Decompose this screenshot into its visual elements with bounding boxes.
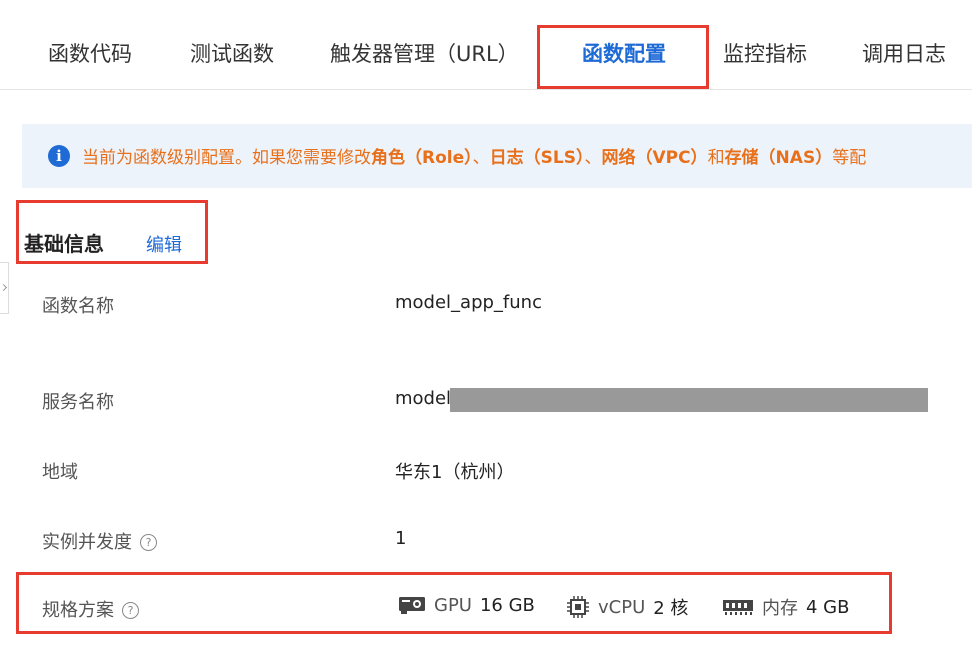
tab-test-function[interactable]: 测试函数 <box>190 38 274 68</box>
tab-trigger-management[interactable]: 触发器管理（URL） <box>330 38 519 68</box>
info-icon: i <box>48 145 70 167</box>
section-title-basic-info: 基础信息 <box>24 232 104 256</box>
label-spec: 规格方案? <box>42 596 139 622</box>
gpu-value: 16 GB <box>479 594 535 616</box>
active-tab-indicator <box>556 86 696 89</box>
memory-value: 4 GB <box>806 596 850 618</box>
tab-bar: 函数代码 测试函数 触发器管理（URL） 函数配置 监控指标 调用日志 <box>0 0 972 90</box>
vcpu-label: vCPU <box>598 596 646 618</box>
spec-memory: 内存 4 GB <box>722 594 849 620</box>
value-function-name: model_app_func <box>395 292 542 313</box>
tab-function-code[interactable]: 函数代码 <box>48 38 132 68</box>
spec-vcpu: vCPU 2 核 <box>566 594 688 620</box>
cpu-icon <box>566 595 590 619</box>
value-region: 华东1（杭州） <box>395 462 515 483</box>
spec-gpu: GPU 16 GB <box>398 594 535 616</box>
notice-text: 当前为函数级别配置。如果您需要修改角色（Role）、日志（SLS）、网络（VPC… <box>82 148 867 168</box>
tab-invocation-logs[interactable]: 调用日志 <box>862 38 946 68</box>
help-icon[interactable]: ? <box>140 534 157 551</box>
value-concurrency: 1 <box>395 528 407 549</box>
vcpu-value: 2 核 <box>653 598 689 619</box>
tab-function-config[interactable]: 函数配置 <box>582 38 666 68</box>
tab-divider <box>0 89 972 90</box>
label-region: 地域 <box>42 462 78 483</box>
memory-icon <box>722 597 754 617</box>
side-collapse-handle[interactable] <box>0 262 9 314</box>
memory-label: 内存 <box>762 598 798 619</box>
tab-monitoring-metrics[interactable]: 监控指标 <box>723 38 807 68</box>
redacted-block <box>450 388 928 412</box>
label-concurrency: 实例并发度? <box>42 528 157 554</box>
label-function-name: 函数名称 <box>42 296 114 317</box>
edit-link[interactable]: 编辑 <box>146 231 182 257</box>
gpu-label: GPU <box>434 594 472 616</box>
value-service-name: model <box>395 388 452 409</box>
gpu-icon <box>398 594 426 616</box>
notice-banner: i 当前为函数级别配置。如果您需要修改角色（Role）、日志（SLS）、网络（V… <box>22 124 972 188</box>
help-icon[interactable]: ? <box>122 602 139 619</box>
label-service-name: 服务名称 <box>42 392 114 413</box>
